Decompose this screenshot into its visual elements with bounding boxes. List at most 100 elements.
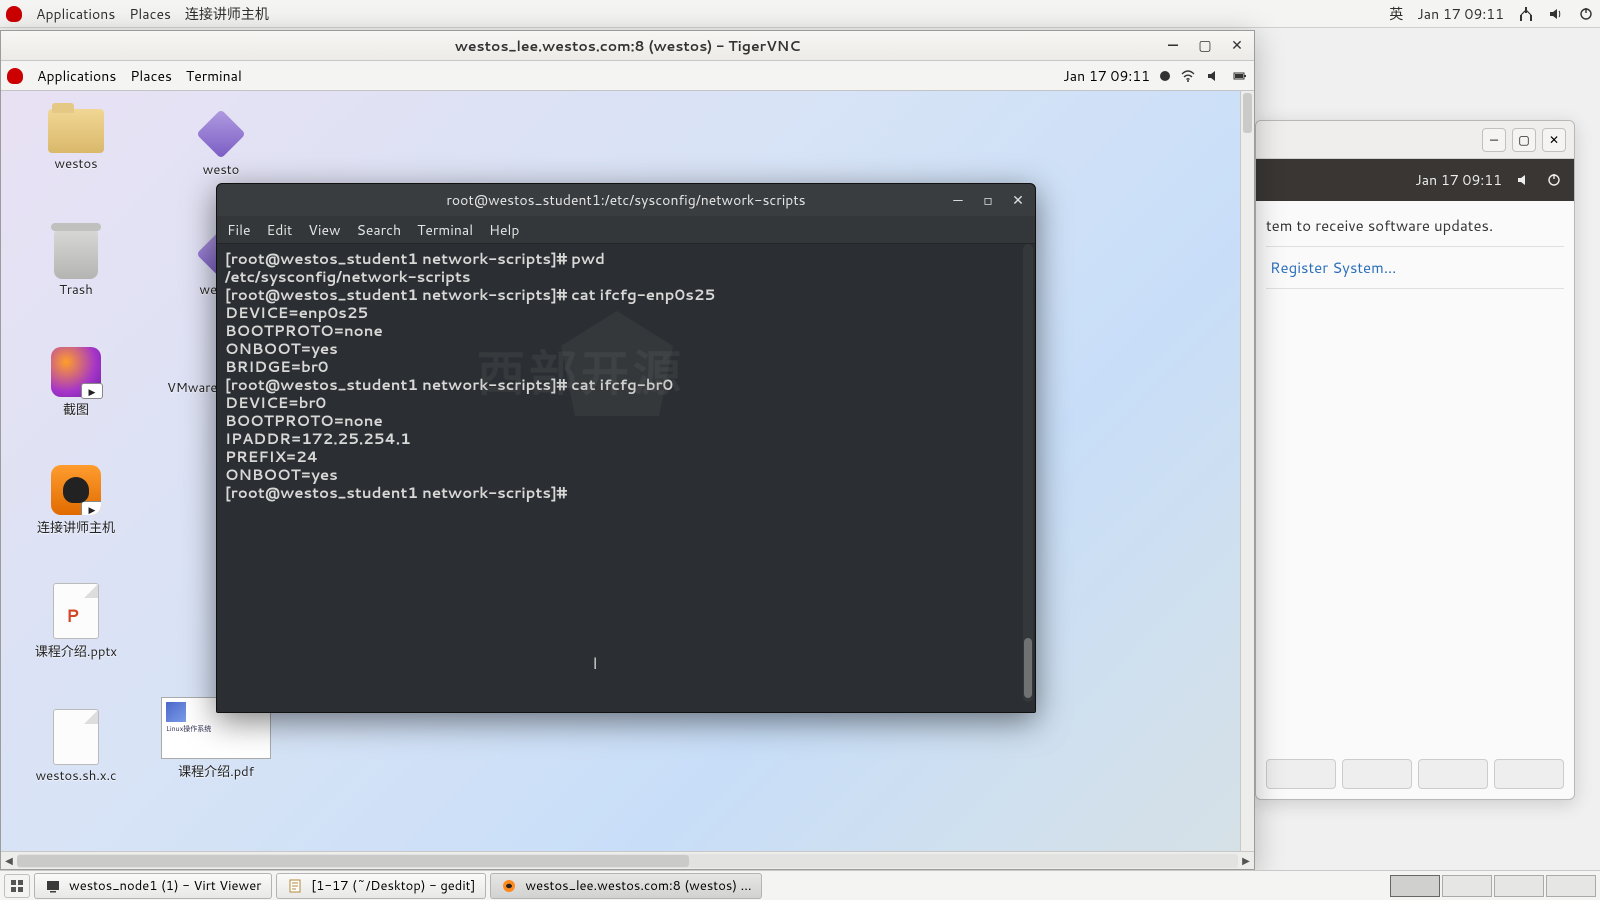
gedit-icon (287, 878, 303, 894)
vnc-window: westos_lee.westos.com:8 (westos) - Tiger… (0, 30, 1255, 870)
registration-titlebar[interactable]: — ▢ ✕ (1256, 121, 1574, 159)
guest-clock[interactable]: Jan 17 09:11 (1063, 66, 1150, 86)
inner-clock: Jan 17 09:11 (1415, 170, 1502, 190)
scroll-right-icon[interactable]: ▶ (1238, 853, 1254, 869)
guest-applications-menu[interactable]: Applications (37, 66, 116, 86)
taskbar-item-gedit[interactable]: [1-17 (~/Desktop) - gedit] (276, 873, 486, 899)
volume-icon[interactable] (1516, 172, 1532, 188)
register-system-link[interactable]: Register System... (1266, 246, 1564, 289)
reg-btn-4[interactable] (1494, 759, 1564, 789)
wifi-icon[interactable] (1180, 68, 1196, 84)
text-cursor-icon: I (592, 654, 598, 673)
host-clock[interactable]: Jan 17 09:11 (1417, 4, 1504, 24)
text-file-icon (53, 709, 99, 765)
menu-help[interactable]: Help (489, 220, 519, 240)
redhat-icon (6, 6, 22, 22)
desktop-icon-screenshot[interactable]: ▶ 截图 (21, 347, 131, 419)
desktop-icon-westos-folder[interactable]: westos (21, 109, 131, 173)
registration-inner-panel: Jan 17 09:11 (1256, 159, 1574, 201)
pptx-file-icon (53, 583, 99, 639)
terminal-window: root@westos_student1:/etc/sysconfig/netw… (216, 183, 1036, 713)
recording-indicator-icon (1160, 71, 1170, 81)
volume-icon[interactable] (1206, 68, 1222, 84)
battery-icon[interactable] (1232, 68, 1248, 84)
reg-btn-1[interactable] (1266, 759, 1336, 789)
workspace-2[interactable] (1442, 875, 1492, 897)
trash-icon (54, 229, 98, 279)
maximize-button[interactable]: ▢ (1512, 128, 1536, 152)
ime-indicator[interactable]: 英 (1389, 4, 1403, 24)
menu-edit[interactable]: Edit (267, 220, 293, 240)
host-taskbar: westos_node1 (1) - Virt Viewer [1-17 (~/… (0, 870, 1600, 900)
close-button[interactable]: ✕ (1542, 128, 1566, 152)
menu-terminal[interactable]: Terminal (417, 220, 473, 240)
terminal-title: root@westos_student1:/etc/sysconfig/netw… (446, 190, 805, 210)
gedit-file-icon (196, 109, 245, 158)
power-icon[interactable] (1546, 172, 1562, 188)
icon-label: 截图 (63, 399, 89, 419)
virtviewer-icon (45, 878, 61, 894)
tigervnc-icon (501, 878, 517, 894)
reg-btn-3[interactable] (1418, 759, 1488, 789)
desktop-icon-trash[interactable]: Trash (21, 229, 131, 299)
redhat-icon (7, 68, 23, 84)
menu-file[interactable]: File (227, 220, 251, 240)
vnc-horizontal-scrollbar[interactable]: ◀ ▶ (1, 851, 1254, 869)
guest-terminal-menu[interactable]: Terminal (186, 66, 242, 86)
guest-desktop[interactable]: Applications Places Terminal Jan 17 09:1… (1, 61, 1254, 851)
workspace-4[interactable] (1546, 875, 1596, 897)
terminal-close-button[interactable]: ✕ (1007, 189, 1029, 211)
icon-label: 课程介绍.pptx (35, 641, 117, 661)
screenshot-app-icon: ▶ (51, 347, 101, 397)
terminal-menubar: File Edit View Search Terminal Help (217, 216, 1035, 244)
icon-label: westo (203, 161, 240, 179)
desktop-icon-pptx[interactable]: 课程介绍.pptx (21, 583, 131, 661)
icon-label: westos.sh.x.c (35, 767, 116, 785)
vnc-close-button[interactable]: ✕ (1226, 34, 1248, 56)
icon-label: Trash (59, 281, 93, 299)
show-desktop-button[interactable] (4, 874, 30, 898)
taskbar-item-tigervnc[interactable]: westos_lee.westos.com:8 (westos) ... (490, 873, 762, 899)
volume-icon[interactable] (1548, 6, 1564, 22)
guest-vertical-scrollbar[interactable] (1240, 91, 1254, 851)
workspace-pager[interactable] (1390, 875, 1596, 897)
network-icon[interactable] (1518, 6, 1534, 22)
registration-text: tem to receive software updates. (1266, 215, 1564, 236)
taskbar-label: westos_node1 (1) - Virt Viewer (69, 877, 261, 895)
taskbar-label: westos_lee.westos.com:8 (westos) ... (525, 877, 751, 895)
terminal-maximize-button[interactable]: ▫ (977, 189, 999, 211)
power-icon[interactable] (1578, 6, 1594, 22)
menu-search[interactable]: Search (357, 220, 402, 240)
guest-top-panel: Applications Places Terminal Jan 17 09:1… (1, 61, 1254, 91)
desktop-icon-westos2[interactable]: westo (166, 109, 276, 179)
desktop-icon-script[interactable]: westos.sh.x.c (21, 709, 131, 785)
vnc-maximize-button[interactable]: ▢ (1194, 34, 1216, 56)
host-cn-menu[interactable]: 连接讲师主机 (185, 4, 269, 24)
icon-label: 课程介绍.pdf (178, 761, 254, 781)
host-places-menu[interactable]: Places (129, 4, 171, 24)
desktop-icon-connect[interactable]: ▶ 连接讲师主机 (21, 465, 131, 537)
workspace-1[interactable] (1390, 875, 1440, 897)
workspace-3[interactable] (1494, 875, 1544, 897)
taskbar-item-virtviewer[interactable]: westos_node1 (1) - Virt Viewer (34, 873, 272, 899)
vnc-minimize-button[interactable]: — (1162, 34, 1184, 56)
folder-icon (48, 109, 104, 153)
tigervnc-app-icon: ▶ (51, 465, 101, 515)
vnc-titlebar[interactable]: westos_lee.westos.com:8 (westos) - Tiger… (1, 31, 1254, 61)
scroll-left-icon[interactable]: ◀ (1, 853, 17, 869)
terminal-minimize-button[interactable]: — (947, 189, 969, 211)
menu-view[interactable]: View (308, 220, 340, 240)
host-top-panel: Applications Places 连接讲师主机 英 Jan 17 09:1… (0, 0, 1600, 28)
minimize-button[interactable]: — (1482, 128, 1506, 152)
reg-btn-2[interactable] (1342, 759, 1412, 789)
host-applications-menu[interactable]: Applications (36, 4, 115, 24)
registration-bottom-buttons (1266, 759, 1564, 789)
icon-label: 连接讲师主机 (37, 517, 115, 537)
terminal-scrollbar[interactable] (1023, 244, 1033, 702)
guest-places-menu[interactable]: Places (130, 66, 172, 86)
terminal-titlebar[interactable]: root@westos_student1:/etc/sysconfig/netw… (217, 184, 1035, 216)
terminal-body[interactable]: [root@westos_student1 network-scripts]# … (217, 244, 1035, 712)
registration-window: — ▢ ✕ Jan 17 09:11 tem to receive softwa… (1255, 120, 1575, 800)
icon-label: westos (54, 155, 97, 173)
taskbar-label: [1-17 (~/Desktop) - gedit] (311, 877, 475, 895)
